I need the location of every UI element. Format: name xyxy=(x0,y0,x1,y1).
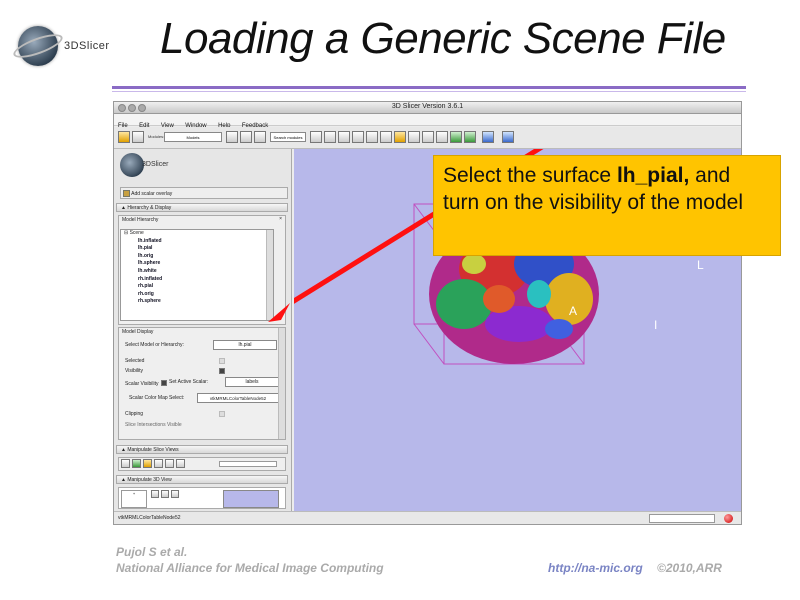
callout-text-lead: Select the surface xyxy=(443,164,617,187)
footer-copyright: ©2010,ARR xyxy=(657,561,722,575)
arrow-head xyxy=(268,303,290,322)
footer-author: Pujol S et al. xyxy=(116,545,188,559)
instruction-callout: Select the surface lh_pial, and turn on … xyxy=(433,155,781,256)
footer-organization: National Alliance for Medical Image Comp… xyxy=(116,561,384,575)
callout-text-bold: lh_pial, xyxy=(616,164,690,187)
footer-url-link[interactable]: http://na-mic.org xyxy=(548,561,643,575)
arrow-overlay xyxy=(268,303,290,322)
